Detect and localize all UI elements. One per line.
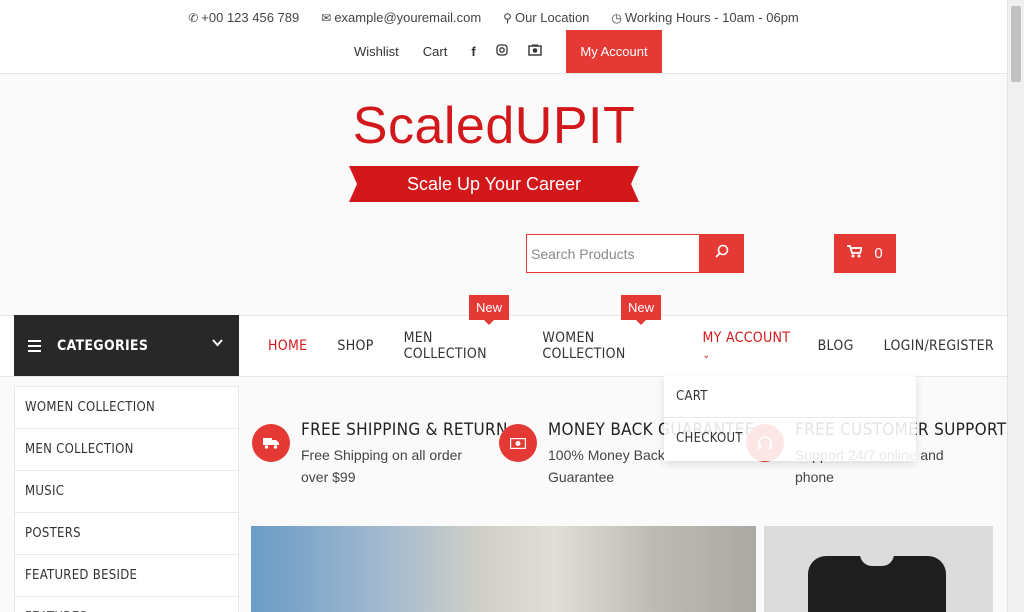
cart-link[interactable]: Cart <box>423 44 448 59</box>
search-input[interactable]: Search Products <box>526 234 700 273</box>
hamburger-icon <box>28 339 41 352</box>
my-account-dropdown: CART CHECKOUT <box>664 376 916 461</box>
new-badge: New <box>469 295 510 325</box>
dropdown-item-checkout[interactable]: CHECKOUT <box>664 418 916 460</box>
search-icon <box>714 244 729 263</box>
truck-icon <box>252 424 290 462</box>
location-contact[interactable]: ⚲ Our Location <box>503 10 589 25</box>
cart-button[interactable]: 0 <box>834 234 896 273</box>
instagram-icon[interactable] <box>496 44 508 59</box>
scrollbar-thumb[interactable] <box>1011 6 1021 82</box>
feature-shipping: FREE SHIPPING & RETURN Free Shipping on … <box>252 420 508 488</box>
feature-text: Free Shipping on all order <box>301 447 463 463</box>
email-contact[interactable]: ✉ example@youremail.com <box>321 10 481 25</box>
tshirt-image <box>808 554 946 612</box>
search-button[interactable] <box>699 234 744 273</box>
phone-contact: ✆ +00 123 456 789 <box>188 10 300 25</box>
tagline-ribbon: Scale Up Your Career <box>349 166 639 202</box>
hours-contact: ◷ Working Hours - 10am - 06pm <box>611 10 799 25</box>
feature-text: Guarantee <box>548 469 615 485</box>
hero-banner[interactable] <box>251 526 756 612</box>
shopping-cart-icon <box>847 245 864 262</box>
category-item[interactable]: POSTERS <box>15 513 238 555</box>
category-item[interactable]: MEN COLLECTION <box>15 429 238 471</box>
new-badge: New <box>621 295 662 325</box>
top-links: Wishlist Cart f <box>354 30 562 73</box>
cart-count: 0 <box>874 245 883 262</box>
my-account-button[interactable]: My Account <box>566 30 662 73</box>
money-icon <box>499 424 537 462</box>
category-item[interactable]: WOMEN COLLECTION <box>15 387 238 429</box>
top-bar: ✆ +00 123 456 789 ✉ example@youremail.com … <box>0 0 1007 74</box>
envelope-icon: ✉ <box>321 11 332 25</box>
nav-men-collection[interactable]: MEN COLLECTION <box>404 330 513 362</box>
contact-info: ✆ +00 123 456 789 ✉ example@youremail.com … <box>0 10 987 25</box>
nav-login-register[interactable]: LOGIN/REGISTER <box>884 338 994 354</box>
phone-icon: ✆ <box>188 11 199 25</box>
categories-label: CATEGORIES <box>57 337 149 354</box>
main-nav: HOME SHOP MEN COLLECTION WOMEN COLLECTIO… <box>268 315 1024 377</box>
category-item[interactable]: FEATURES <box>15 597 238 612</box>
nav-home[interactable]: HOME <box>268 338 307 354</box>
scrollbar[interactable] <box>1007 0 1024 612</box>
facebook-icon[interactable]: f <box>471 44 475 59</box>
clock-icon: ◷ <box>611 11 622 25</box>
dropdown-item-cart[interactable]: CART <box>664 376 916 418</box>
map-pin-icon: ⚲ <box>503 11 512 25</box>
nav-my-account[interactable]: MY ACCOUNT ⌄ <box>702 330 795 362</box>
category-item[interactable]: MUSIC <box>15 471 238 513</box>
chevron-down-icon: ⌄ <box>702 350 711 361</box>
brand-logo[interactable]: ScaledUPIT <box>346 96 642 156</box>
nav-women-collection[interactable]: WOMEN COLLECTION <box>542 330 672 362</box>
chevron-down-icon <box>212 335 223 351</box>
categories-toggle[interactable]: CATEGORIES <box>14 315 239 376</box>
wishlist-link[interactable]: Wishlist <box>354 44 399 59</box>
site-header: ScaledUPIT Scale Up Your Career Search P… <box>0 74 1007 315</box>
categories-list: WOMEN COLLECTION MEN COLLECTION MUSIC PO… <box>14 386 239 612</box>
feature-text: over $99 <box>301 469 356 485</box>
nav-shop[interactable]: SHOP <box>337 338 373 354</box>
feature-title: FREE SHIPPING & RETURN <box>301 420 508 440</box>
camera-icon[interactable] <box>527 44 542 59</box>
feature-text: phone <box>795 469 834 485</box>
tagline: Scale Up Your Career <box>406 174 582 194</box>
nav-blog[interactable]: BLOG <box>818 338 854 354</box>
category-item[interactable]: FEATURED BESIDE <box>15 555 238 597</box>
